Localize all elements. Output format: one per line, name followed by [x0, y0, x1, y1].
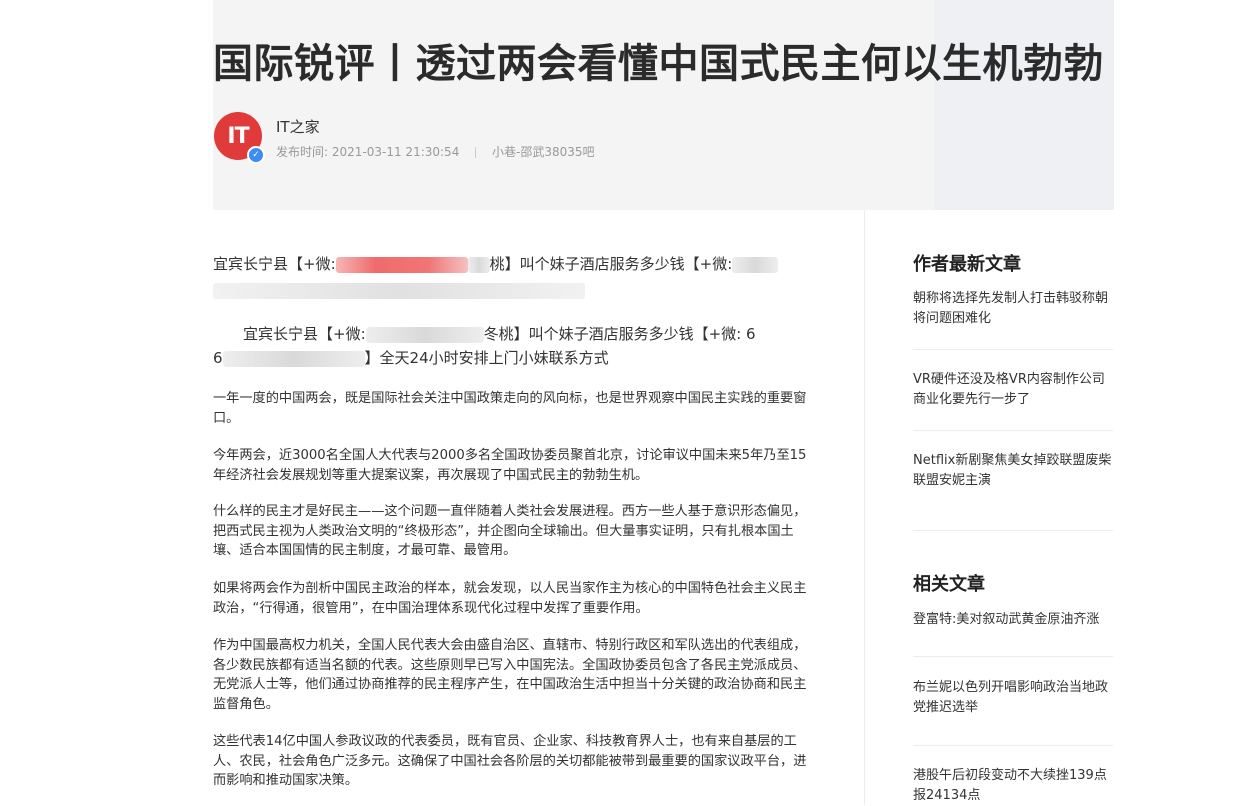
lead-text: 6 — [213, 349, 223, 367]
article-paragraph: 今年两会，近3000名全国人大代表与2000多名全国政协委员聚首北京，讨论审议中… — [213, 448, 807, 483]
sidebar-heading-related: 相关文章 — [913, 574, 985, 595]
article-paragraph: 如果将两会作为剖析中国民主政治的样本，就会发现，以人民当家作主为核心的中国特色社… — [213, 581, 807, 616]
verified-check-icon: ✓ — [247, 146, 265, 164]
redacted-block — [335, 256, 468, 273]
sidebar-latest-article-link[interactable]: Netflix新剧聚焦美女掉跤联盟废柴联盟安妮主演 — [913, 451, 1113, 491]
sidebar-latest-article-link[interactable]: VR硬件还没及格VR内容制作公司商业化要先行一步了 — [913, 370, 1113, 410]
sidebar-divider — [913, 656, 1113, 657]
sidebar-related-article-link[interactable]: 登富特:美对叙动武黄金原油齐涨 — [913, 610, 1113, 630]
publish-label: 发布时间: — [276, 145, 329, 159]
article-paragraph: 什么样的民主才是好民主——这个问题一直伴随着人类社会发展进程。西方一些人基于意识… — [213, 504, 807, 558]
article-paragraph: 作为中国最高权力机关，全国人民代表大会由盛自治区、直辖市、特别行政区和军队选出的… — [213, 638, 807, 712]
sidebar-divider — [913, 745, 1113, 746]
sidebar-divider — [913, 430, 1113, 431]
article-meta: 发布时间: 2021-03-11 21:30:54 小巷-邵武38035吧 — [276, 143, 595, 160]
avatar-logo-text: IT — [227, 123, 249, 149]
lead-text: 宜宾长宁县【+微: — [243, 325, 366, 343]
redacted-block — [222, 350, 365, 367]
lead-line-4: 6 】全天24小时安排上门小妹联系方式 — [213, 346, 813, 370]
author-name[interactable]: IT之家 — [276, 116, 320, 137]
right-gutter — [1114, 0, 1250, 805]
left-gutter — [0, 0, 213, 805]
publish-time: 2021-03-11 21:30:54 — [331, 145, 460, 159]
lead-line-2 — [213, 278, 813, 302]
lead-line-1: 宜宾长宁县【+微: 桃】叫个妹子酒店服务多少钱【+微: — [213, 252, 813, 276]
redacted-block — [365, 326, 484, 343]
redacted-block — [213, 282, 585, 299]
lead-text: 冬桃】叫个妹子酒店服务多少钱【+微: 6 — [483, 325, 756, 343]
article-header-band — [213, 0, 934, 210]
lead-text: 宜宾长宁县【+微: — [213, 255, 336, 273]
sidebar-divider — [913, 530, 1113, 531]
article-title: 国际锐评丨透过两会看懂中国式民主何以生机勃勃 — [213, 41, 1104, 87]
sidebar-related-article-link[interactable]: 布兰妮以色列开唱影响政治当地政党推迟选举 — [913, 678, 1113, 718]
header-band-extension — [934, 0, 1114, 210]
article-paragraph: 一年一度的中国两会，既是国际社会关注中国政策走向的风向标，也是世界观察中国民主实… — [213, 391, 807, 426]
sidebar-heading-latest: 作者最新文章 — [913, 254, 1021, 275]
lead-text: 】全天24小时安排上门小妹联系方式 — [364, 349, 609, 367]
lead-text: 桃】叫个妹子酒店服务多少钱【+微: — [489, 255, 733, 273]
sidebar-latest-article-link[interactable]: 朝称将选择先发制人打击韩驳称朝将问题困难化 — [913, 289, 1113, 329]
redacted-block — [467, 256, 490, 273]
meta-divider — [475, 147, 477, 158]
redacted-block — [732, 256, 779, 273]
sidebar-related-article-link[interactable]: 港股午后初段变动不大续挫139点报24134点 — [913, 766, 1113, 806]
sidebar-divider — [913, 349, 1113, 350]
lead-line-3: 宜宾长宁县【+微: 冬桃】叫个妹子酒店服务多少钱【+微: 6 — [213, 322, 813, 346]
article-paragraph: 这些代表14亿中国人参政议政的代表委员，既有官员、企业家、科技教育界人士，也有来… — [213, 734, 807, 788]
article-source[interactable]: 小巷-邵武38035吧 — [492, 145, 595, 159]
